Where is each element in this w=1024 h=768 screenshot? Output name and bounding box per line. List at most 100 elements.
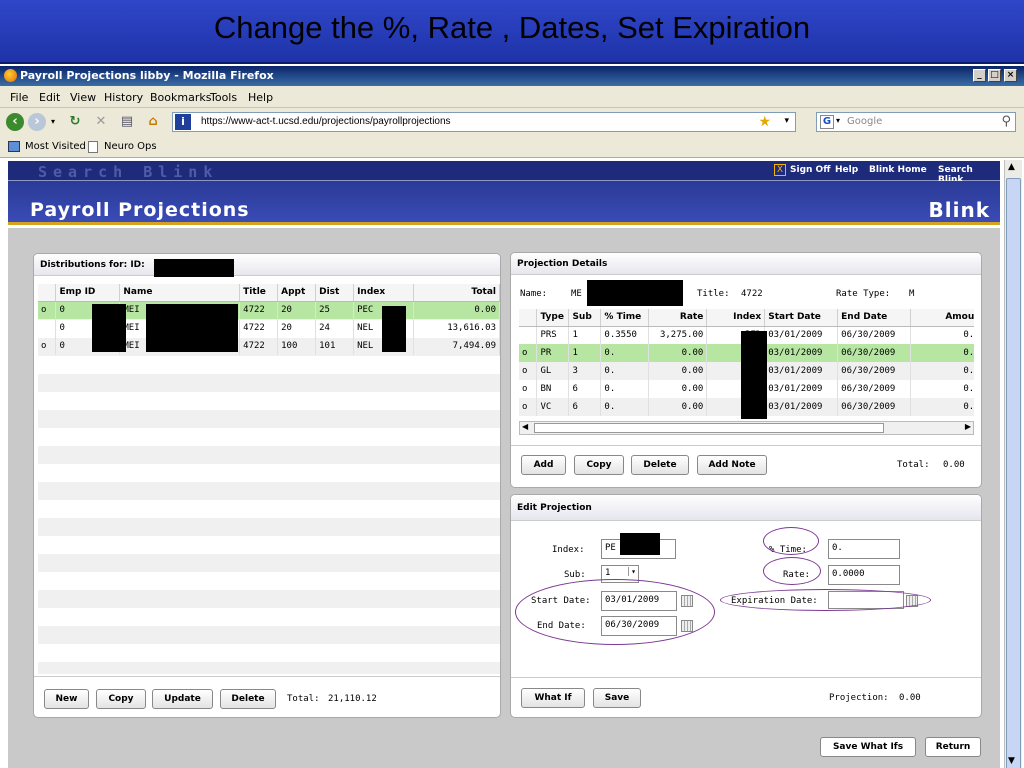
row-radio[interactable] (38, 319, 57, 337)
close-icon[interactable]: × (1004, 69, 1017, 82)
save-what-ifs-button[interactable]: Save What Ifs (820, 737, 916, 757)
slide-title-bar: Change the %, Rate , Dates, Set Expirati… (0, 0, 1024, 64)
hscroll-thumb[interactable] (534, 423, 884, 433)
title-label: Title: (697, 289, 730, 299)
col-sub[interactable]: Sub (568, 309, 602, 327)
row-radio[interactable] (519, 326, 538, 344)
copy-distribution-button[interactable]: Copy (96, 689, 146, 709)
google-icon[interactable]: G (820, 115, 834, 129)
help-link[interactable]: Help (835, 165, 858, 175)
divider (511, 445, 981, 446)
redacted-name (587, 280, 683, 306)
blink-home-link[interactable]: Blink Home (869, 165, 927, 175)
scroll-thumb[interactable] (1006, 178, 1021, 768)
bookmark-neuro-ops[interactable]: Neuro Ops (104, 141, 157, 152)
menu-tools[interactable]: Tools (210, 91, 237, 104)
page-scrollbar[interactable]: ▲ ▼ (1004, 160, 1022, 768)
row-radio[interactable]: o (38, 301, 57, 319)
divider (511, 677, 981, 678)
annotation-rate-ellipse (763, 557, 821, 585)
update-button[interactable]: Update (152, 689, 213, 709)
col-amount[interactable]: Amount (910, 309, 974, 327)
what-if-button[interactable]: What If (521, 688, 585, 708)
cell-sub: 1 (568, 326, 602, 344)
return-button[interactable]: Return (925, 737, 981, 757)
cell-start-date: 03/01/2009 (764, 380, 839, 398)
col-appt[interactable]: Appt (277, 284, 317, 302)
new-button[interactable]: New (44, 689, 89, 709)
bookmark-most-visited[interactable]: Most Visited (25, 141, 86, 152)
history-dropdown-icon[interactable]: ▾ (48, 113, 58, 131)
row-radio[interactable]: o (38, 337, 57, 355)
url-text: https://www-act-t.ucsd.edu/projections/p… (201, 116, 451, 127)
site-identity-icon[interactable]: i (175, 114, 191, 130)
row-radio[interactable]: o (519, 398, 538, 416)
sign-off-icon[interactable]: X (774, 164, 786, 176)
col-title[interactable]: Title (239, 284, 279, 302)
scroll-up-icon[interactable]: ▲ (1008, 162, 1015, 172)
url-bar[interactable]: i https://www-act-t.ucsd.edu/projections… (172, 112, 796, 132)
bookmark-star-icon[interactable]: ★ (758, 114, 771, 130)
col-time[interactable]: % Time (600, 309, 650, 327)
print-icon[interactable]: ▤ (118, 113, 136, 131)
cell-time: 0.3550 (600, 326, 650, 344)
magnifier-icon[interactable]: ⚲ (1001, 114, 1011, 129)
search-box[interactable]: G ▾ Google ⚲ (816, 112, 1016, 132)
add-button[interactable]: Add (521, 455, 566, 475)
distributions-title: Distributions for: ID: (40, 260, 145, 270)
col-end-date[interactable]: End Date (837, 309, 912, 327)
col-name[interactable]: Name (119, 284, 241, 302)
cell-sub: 6 (568, 380, 602, 398)
index-input-value: PE (605, 543, 616, 553)
reload-icon[interactable]: ↻ (66, 113, 84, 131)
copy-projection-button[interactable]: Copy (574, 455, 624, 475)
url-dropdown-icon[interactable]: ▾ (784, 116, 789, 126)
stop-icon[interactable]: ✕ (92, 113, 110, 131)
menu-history[interactable]: History (104, 91, 143, 104)
col-start-date[interactable]: Start Date (764, 309, 839, 327)
cell-rate: 0.00 (648, 344, 708, 362)
col-type[interactable]: Type (536, 309, 570, 327)
projection-details-total-value: 0.00 (943, 460, 965, 470)
chevron-down-icon[interactable]: ▾ (628, 567, 636, 576)
window-titlebar: Payroll Projections libby - Mozilla Fire… (0, 66, 1024, 86)
minimize-icon[interactable]: _ (973, 69, 986, 82)
back-icon[interactable]: ‹ (6, 113, 24, 131)
menu-file[interactable]: File (10, 91, 28, 104)
index-label: Index: (552, 545, 585, 555)
search-engine-dropdown-icon[interactable]: ▾ (836, 116, 840, 125)
cell-rate: 0.00 (648, 380, 708, 398)
menu-help[interactable]: Help (248, 91, 273, 104)
scroll-down-icon[interactable]: ▼ (1008, 756, 1015, 766)
col-index[interactable]: Index (706, 309, 766, 327)
sub-select-value: 1 (605, 568, 611, 578)
menu-view[interactable]: View (70, 91, 96, 104)
col-total[interactable]: Total (413, 284, 500, 302)
col-rate[interactable]: Rate (648, 309, 708, 327)
row-radio[interactable]: o (519, 380, 538, 398)
col-index[interactable]: Index (353, 284, 415, 302)
sign-off-link[interactable]: Sign Off (790, 165, 831, 175)
home-icon[interactable]: ⌂ (144, 113, 162, 131)
maximize-icon[interactable]: □ (988, 69, 1001, 82)
scroll-right-icon[interactable]: ▶ (965, 422, 971, 431)
scroll-left-icon[interactable]: ◀ (522, 422, 528, 431)
delete-projection-button[interactable]: Delete (631, 455, 689, 475)
cell-amount: 0.00 (910, 326, 974, 344)
col-dist[interactable]: Dist (315, 284, 355, 302)
menu-edit[interactable]: Edit (39, 91, 60, 104)
percent-time-input[interactable]: 0. (828, 539, 900, 559)
col-emp-id[interactable]: Emp ID (55, 284, 121, 302)
row-radio[interactable]: o (519, 344, 538, 362)
save-button[interactable]: Save (593, 688, 641, 708)
row-radio[interactable]: o (519, 362, 538, 380)
cell-end-date: 06/30/2009 (837, 380, 912, 398)
add-note-button[interactable]: Add Note (697, 455, 767, 475)
col-radio (519, 309, 538, 327)
projection-hscrollbar[interactable]: ◀ ▶ (519, 421, 974, 435)
delete-distribution-button[interactable]: Delete (220, 689, 276, 709)
rate-input[interactable]: 0.0000 (828, 565, 900, 585)
forward-icon[interactable]: › (28, 113, 46, 131)
menu-bookmarks[interactable]: Bookmarks (150, 91, 211, 104)
sub-label: Sub: (564, 570, 586, 580)
